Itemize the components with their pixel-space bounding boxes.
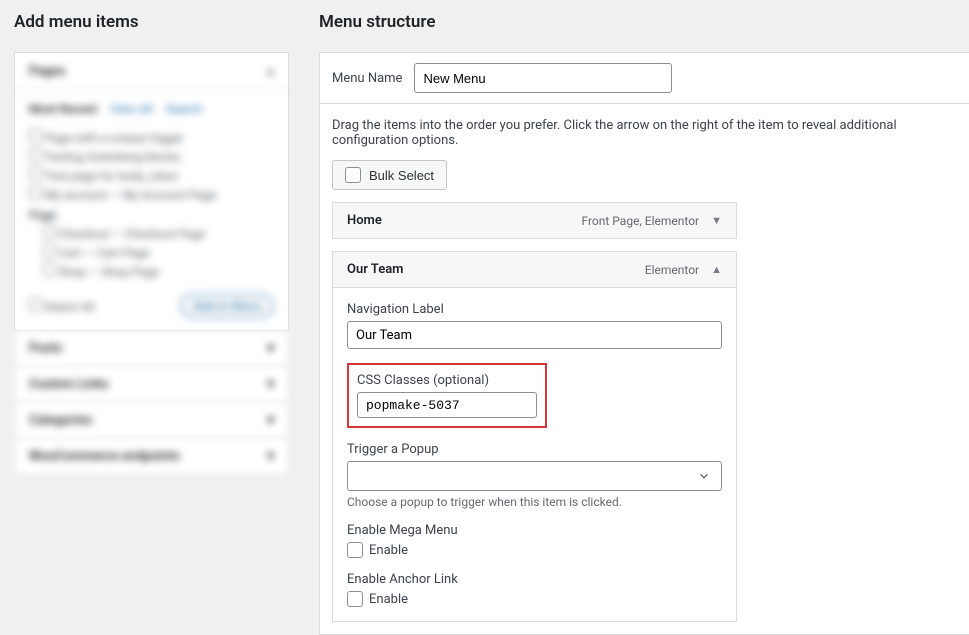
enable-mega-menu-checkbox[interactable]: [347, 542, 363, 558]
navigation-label-input[interactable]: [347, 321, 722, 349]
pages-list: Page with a unique trigger Testing Guten…: [29, 126, 274, 282]
bulk-select-button[interactable]: Bulk Select: [332, 160, 447, 190]
select-all[interactable]: Select All: [29, 298, 95, 314]
menu-item-title: Our Team: [347, 262, 403, 277]
enable-anchor-link-label: Enable Anchor Link: [347, 572, 722, 587]
enable-mega-menu-text: Enable: [369, 543, 408, 558]
list-item[interactable]: Page with a unique trigger: [29, 129, 268, 145]
menu-item-home: Home Front Page, Elementor ▼: [332, 202, 737, 239]
woocommerce-endpoints-metabox[interactable]: WooCommerce endpoints▾: [14, 439, 289, 475]
enable-anchor-link-checkbox[interactable]: [347, 591, 363, 607]
menu-name-input[interactable]: [414, 63, 672, 93]
enable-mega-menu-label: Enable Mega Menu: [347, 523, 722, 538]
pages-metabox-title: Pages: [29, 64, 65, 79]
chevron-down-icon: ▼: [711, 214, 722, 227]
chevron-down-icon: ▾: [267, 413, 274, 428]
css-classes-highlight: CSS Classes (optional): [347, 363, 547, 428]
drag-instructions: Drag the items into the order you prefer…: [320, 104, 969, 160]
list-item[interactable]: Test page for body_class: [29, 167, 268, 183]
pages-metabox-header[interactable]: Pages ▴: [15, 53, 288, 90]
menu-item-type: Elementor: [645, 263, 699, 277]
menu-item-our-team: Our Team Elementor ▲ Navigation Label CS…: [332, 251, 737, 622]
list-item[interactable]: Shop — Shop Page: [43, 263, 268, 279]
css-classes-input[interactable]: [357, 392, 537, 418]
menu-name-label: Menu Name: [332, 71, 402, 86]
enable-anchor-link-text: Enable: [369, 592, 408, 607]
posts-metabox[interactable]: Posts▾: [14, 331, 289, 367]
chevron-down-icon: ▾: [267, 449, 274, 464]
add-to-menu-button[interactable]: Add to Menu: [180, 294, 274, 318]
list-item[interactable]: Cart — Cart Page: [43, 244, 268, 260]
chevron-up-icon: ▲: [711, 263, 722, 276]
custom-links-metabox[interactable]: Custom Links▾: [14, 367, 289, 403]
menu-structure-heading: Menu structure: [319, 12, 969, 32]
tab-view-all[interactable]: View All: [110, 102, 153, 116]
chevron-up-icon: ▴: [267, 63, 274, 79]
add-menu-items-heading: Add menu items: [14, 12, 289, 32]
tab-most-recent[interactable]: Most Recent: [29, 102, 97, 116]
list-item[interactable]: My account — My Account Page: [29, 186, 268, 202]
menu-item-our-team-header[interactable]: Our Team Elementor ▲: [333, 252, 736, 287]
trigger-popup-help: Choose a popup to trigger when this item…: [347, 495, 722, 509]
css-classes-label: CSS Classes (optional): [357, 373, 537, 388]
menu-item-title: Home: [347, 213, 382, 228]
menu-item-type: Front Page, Elementor: [582, 214, 700, 228]
trigger-popup-select[interactable]: [347, 461, 722, 491]
navigation-label-label: Navigation Label: [347, 302, 722, 317]
tab-search[interactable]: Search: [166, 102, 203, 116]
menu-item-home-header[interactable]: Home Front Page, Elementor ▼: [333, 203, 736, 238]
categories-metabox[interactable]: Categories▾: [14, 403, 289, 439]
checkbox-icon: [345, 167, 361, 183]
chevron-down-icon: ▾: [267, 377, 274, 392]
trigger-popup-label: Trigger a Popup: [347, 442, 722, 457]
chevron-down-icon: ▾: [267, 341, 274, 356]
list-item[interactable]: Testing Gutenberg blocks: [29, 148, 268, 164]
chevron-down-icon: [697, 469, 711, 483]
list-item[interactable]: Checkout — Checkout Page: [43, 225, 268, 241]
